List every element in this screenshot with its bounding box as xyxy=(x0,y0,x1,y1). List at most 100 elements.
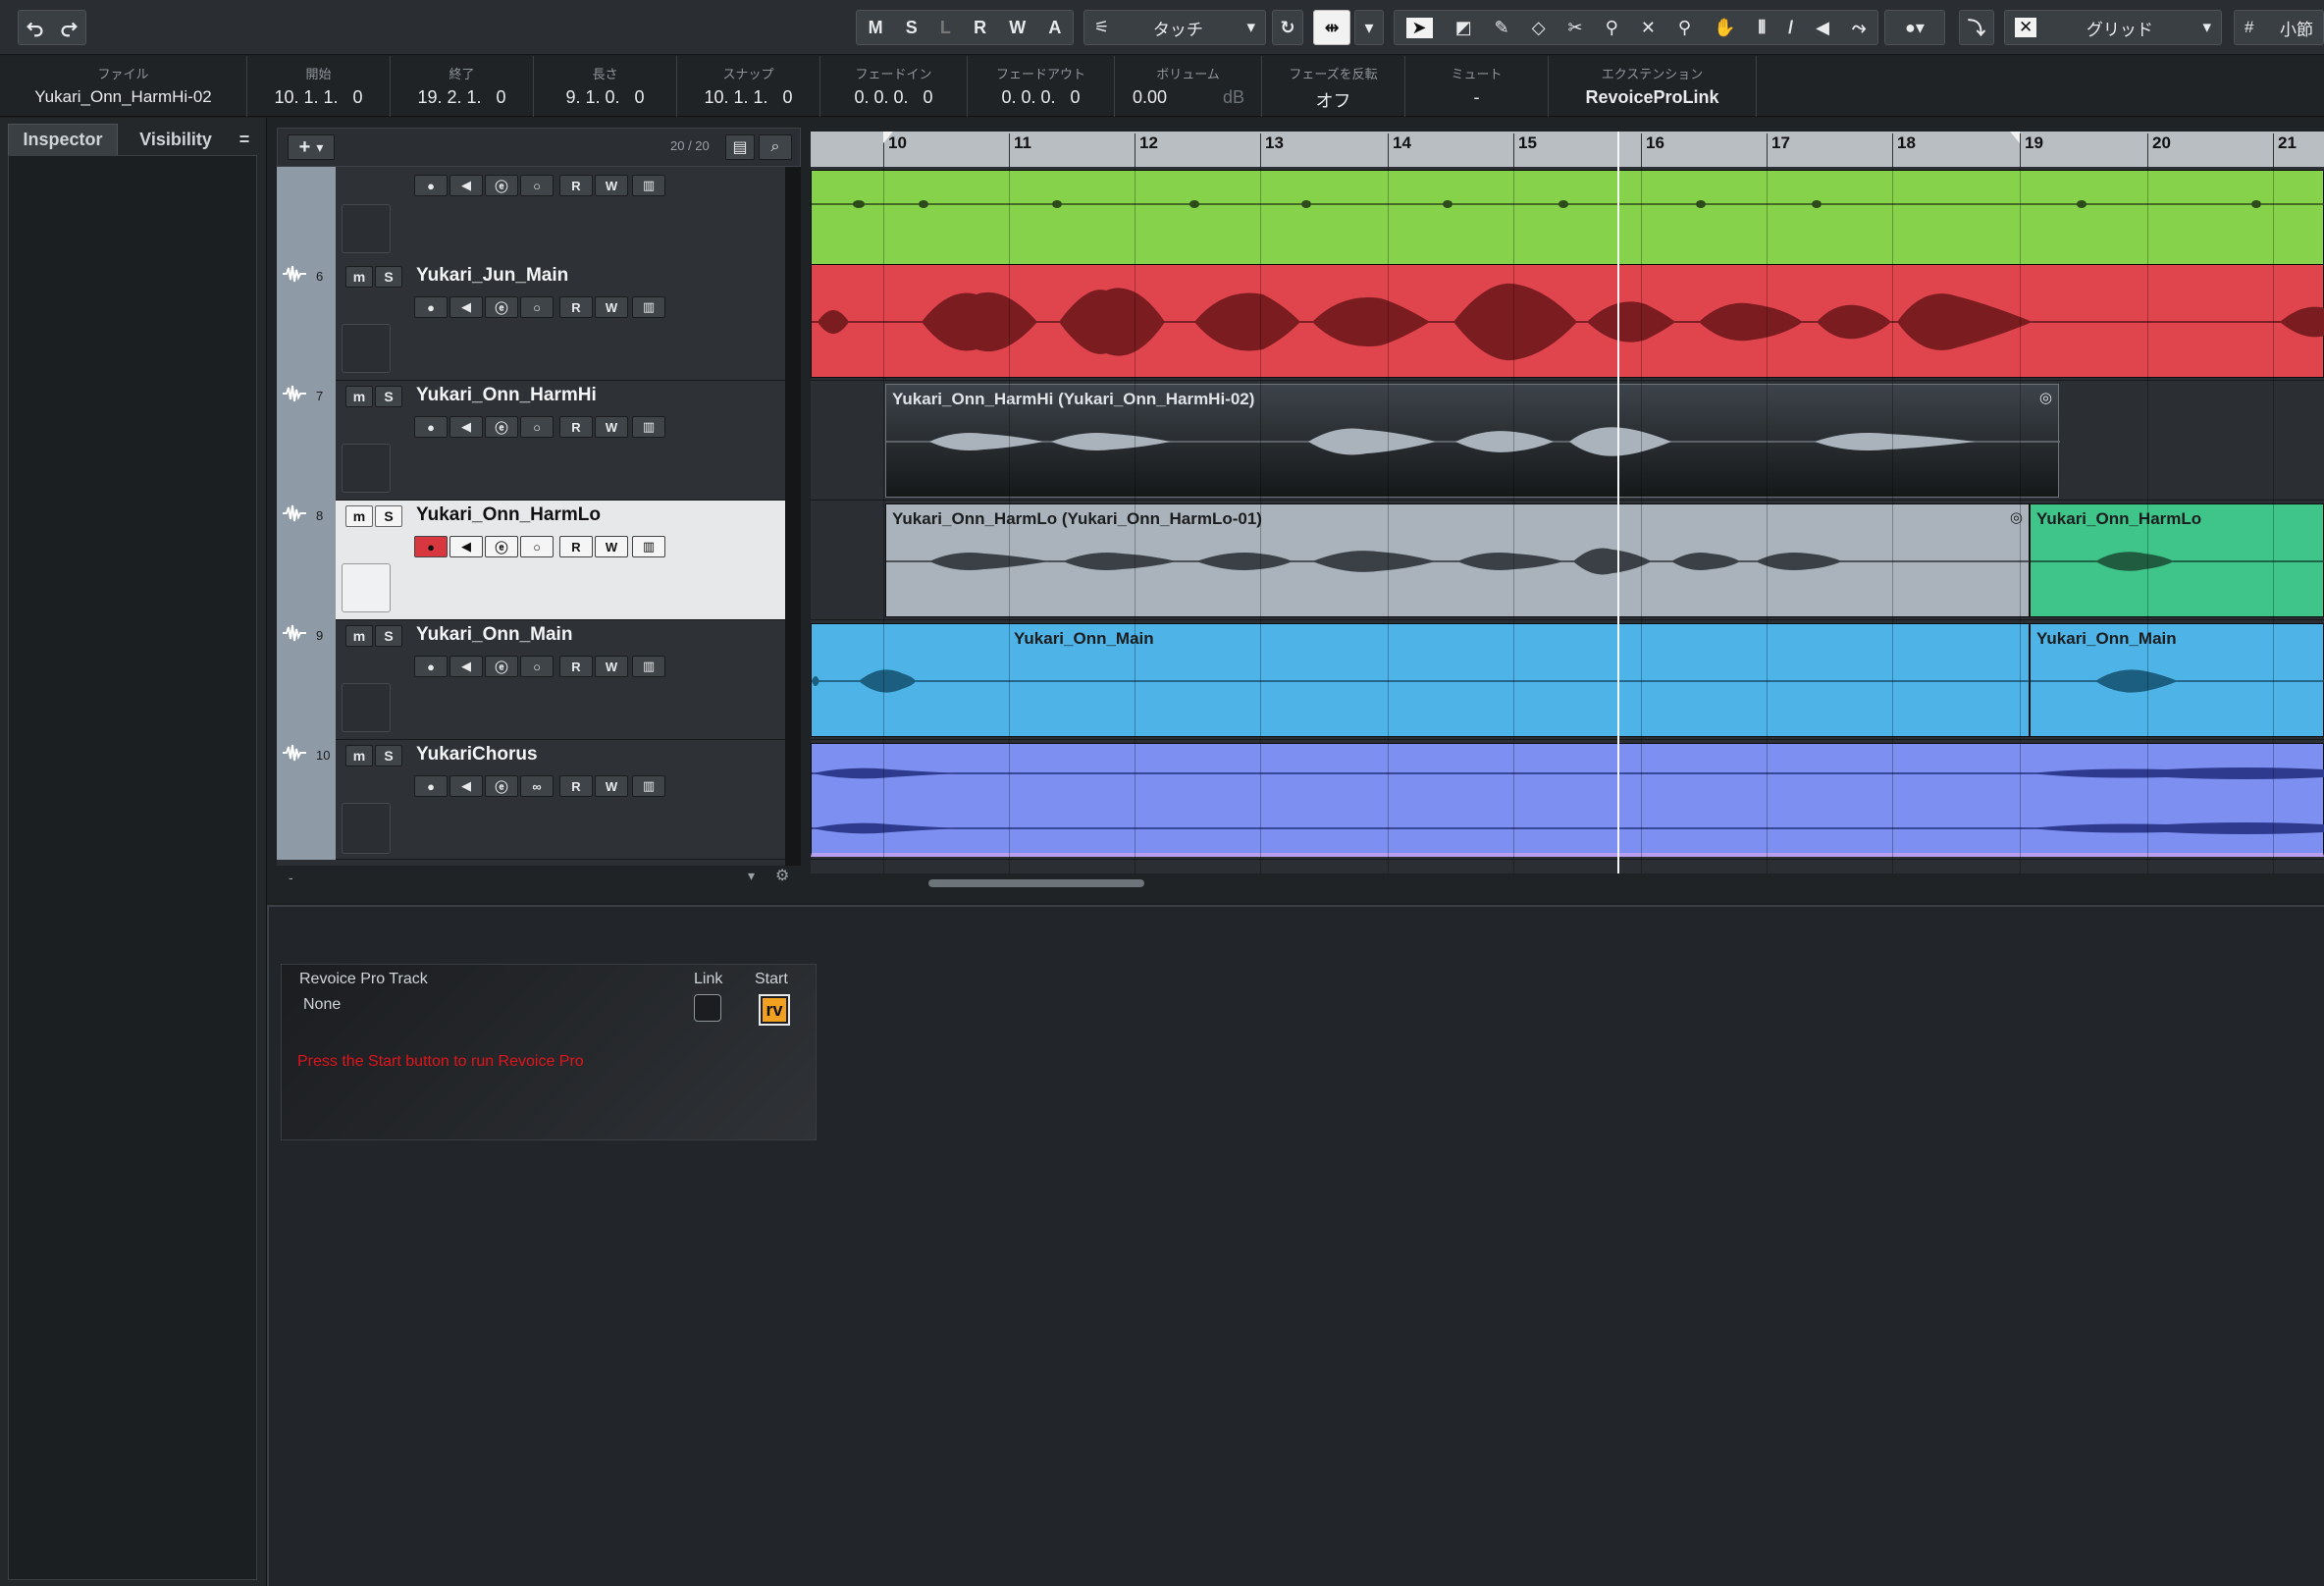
track-row-10[interactable]: 10 m S YukariChorus ● ◀ ⓔ ∞ R W ▥ xyxy=(277,740,801,860)
monitor-button[interactable]: ◀ xyxy=(449,775,483,797)
global-listen-button[interactable]: L xyxy=(940,18,951,38)
link-checkbox[interactable] xyxy=(694,994,721,1022)
track-picture-slot[interactable] xyxy=(342,683,391,732)
color-dropdown[interactable]: ●▾ xyxy=(1884,10,1945,45)
edit-channel-button[interactable]: ▥ xyxy=(632,775,665,797)
info-snap[interactable]: スナップ 10. 1. 1. 0 xyxy=(677,56,820,117)
track-picture-slot[interactable] xyxy=(342,563,391,612)
info-extension[interactable]: エクステンション RevoiceProLink xyxy=(1549,56,1757,117)
monitor-button[interactable]: ◀ xyxy=(449,416,483,438)
snap-mode-button[interactable]: ⇹ xyxy=(1313,10,1350,45)
zoom-tool-icon[interactable]: ⚲ xyxy=(1678,18,1691,38)
timebase-button[interactable]: ⓔ xyxy=(485,416,518,438)
edit-channel-button[interactable]: ▥ xyxy=(632,175,665,196)
global-read-button[interactable]: R xyxy=(974,18,986,38)
info-phase-invert[interactable]: フェーズを反転 オフ xyxy=(1262,56,1405,117)
read-automation-button[interactable]: R xyxy=(559,175,593,196)
project-cursor[interactable] xyxy=(1617,132,1619,873)
audio-event-main-a[interactable]: Yukari_Onn_Main xyxy=(811,623,2031,737)
chevron-down-icon[interactable]: ▾ xyxy=(748,868,755,884)
left-locator-icon[interactable] xyxy=(883,132,893,143)
color-tool-icon[interactable]: ⤳ xyxy=(1852,18,1866,38)
scrollbar-thumb[interactable] xyxy=(928,879,1144,887)
gear-icon[interactable]: ⚙ xyxy=(775,866,789,885)
hand-tool-icon[interactable]: ✋ xyxy=(1714,18,1735,38)
scissors-tool-icon[interactable]: ✂ xyxy=(1568,18,1583,38)
mute-button[interactable]: m xyxy=(345,625,373,647)
track-name[interactable]: Yukari_Onn_HarmLo xyxy=(416,504,601,526)
solo-button[interactable]: S xyxy=(375,625,402,647)
global-mute-button[interactable]: M xyxy=(869,18,883,38)
record-enable-button[interactable]: ● xyxy=(414,536,448,557)
global-solo-button[interactable]: S xyxy=(906,18,918,38)
event-display[interactable]: Yukari_Onn_HarmHi (Yukari_Onn_HarmHi-02)… xyxy=(811,167,2324,873)
solo-button[interactable]: S xyxy=(375,266,402,288)
record-enable-button[interactable]: ● xyxy=(414,775,448,797)
lane-button[interactable]: ○ xyxy=(520,175,554,196)
mute-tool-icon[interactable]: ✕ xyxy=(1641,18,1656,38)
auto-scroll-button[interactable]: ↻ xyxy=(1272,10,1303,45)
right-locator-icon[interactable] xyxy=(2010,132,2020,143)
audio-event-red[interactable] xyxy=(811,264,2324,378)
monitor-button[interactable]: ◀ xyxy=(449,296,483,318)
stereo-link-button[interactable]: ∞ xyxy=(520,775,554,797)
inspector-menu-icon[interactable]: = xyxy=(232,124,257,155)
write-automation-button[interactable]: W xyxy=(595,175,628,196)
info-end[interactable]: 終了 19. 2. 1. 0 xyxy=(391,56,534,117)
nudge-button[interactable]: ⤵ xyxy=(1959,10,1994,45)
info-file[interactable]: ファイル Yukari_Onn_HarmHi-02 xyxy=(0,56,247,117)
mute-button[interactable]: m xyxy=(345,745,373,767)
record-enable-button[interactable]: ● xyxy=(414,416,448,438)
write-automation-button[interactable]: W xyxy=(595,536,628,557)
track-row-7[interactable]: 7 m S Yukari_Onn_HarmHi ● ◀ ⓔ ○ R W ▥ xyxy=(277,381,801,501)
pencil-tool-icon[interactable]: ✎ xyxy=(1495,18,1509,38)
audio-event-harmlo-b[interactable]: Yukari_Onn_HarmLo xyxy=(2030,503,2324,617)
track-picture-slot[interactable] xyxy=(342,444,391,493)
info-fadeout[interactable]: フェードアウト 0. 0. 0. 0 xyxy=(968,56,1115,117)
read-automation-button[interactable]: R xyxy=(559,775,593,797)
global-auto-button[interactable]: A xyxy=(1048,18,1061,38)
track-name[interactable]: Yukari_Jun_Main xyxy=(416,265,568,287)
info-mute[interactable]: ミュート - xyxy=(1405,56,1549,117)
info-volume[interactable]: ボリューム 0.00 dB xyxy=(1115,56,1262,117)
add-track-button[interactable]: + ▾ xyxy=(288,134,335,160)
glue-tool-icon[interactable]: ⚲ xyxy=(1606,18,1618,38)
tab-inspector[interactable]: Inspector xyxy=(8,124,118,155)
play-tool-icon[interactable]: ◀ xyxy=(1816,18,1829,38)
monitor-button[interactable]: ◀ xyxy=(449,656,483,677)
audio-event-harmhi[interactable]: Yukari_Onn_HarmHi (Yukari_Onn_HarmHi-02)… xyxy=(885,384,2060,498)
lane-button[interactable]: ○ xyxy=(520,296,554,318)
ruler[interactable]: 10 11 12 13 14 15 16 17 18 19 20 21 xyxy=(811,132,2324,167)
eraser-tool-icon[interactable]: ◇ xyxy=(1532,18,1546,38)
read-automation-button[interactable]: R xyxy=(559,656,593,677)
write-automation-button[interactable]: W xyxy=(595,416,628,438)
tab-visibility[interactable]: Visibility xyxy=(122,124,230,155)
record-enable-button[interactable]: ● xyxy=(414,296,448,318)
undo-icon[interactable] xyxy=(25,17,46,38)
edit-channel-button[interactable]: ▥ xyxy=(632,656,665,677)
mute-button[interactable]: m xyxy=(345,505,373,527)
read-automation-button[interactable]: R xyxy=(559,416,593,438)
write-automation-button[interactable]: W xyxy=(595,656,628,677)
write-automation-button[interactable]: W xyxy=(595,296,628,318)
line-tool-icon[interactable]: / xyxy=(1788,18,1793,38)
track-picture-slot[interactable] xyxy=(342,204,391,253)
solo-button[interactable]: S xyxy=(375,386,402,407)
write-automation-button[interactable]: W xyxy=(595,775,628,797)
monitor-button[interactable]: ◀ xyxy=(449,175,483,196)
automation-mode-dropdown[interactable]: ⚟ タッチ ▾ xyxy=(1083,10,1266,45)
track-picture-slot[interactable] xyxy=(342,324,391,373)
edit-channel-button[interactable]: ▥ xyxy=(632,536,665,557)
track-row-8[interactable]: 8 m S Yukari_Onn_HarmLo ● ◀ ⓔ ○ R W ▥ xyxy=(277,501,801,620)
audio-event-chorus[interactable] xyxy=(811,743,2324,857)
info-fadein[interactable]: フェードイン 0. 0. 0. 0 xyxy=(820,56,968,117)
audio-event-main-b[interactable]: Yukari_Onn_Main xyxy=(2030,623,2324,737)
grid-type-dropdown[interactable]: ✕ グリッド ▾ xyxy=(2004,10,2222,45)
track-row-6[interactable]: 6 m S Yukari_Jun_Main ● ◀ ⓔ ○ R W ▥ xyxy=(277,261,801,381)
timebase-button[interactable]: ⓔ xyxy=(485,656,518,677)
read-automation-button[interactable]: R xyxy=(559,536,593,557)
timebase-button[interactable]: ⓔ xyxy=(485,775,518,797)
tracklist-scrollbar[interactable] xyxy=(785,167,801,866)
audio-event-harmlo[interactable]: Yukari_Onn_HarmLo (Yukari_Onn_HarmLo-01)… xyxy=(885,503,2031,617)
pointer-tool-icon[interactable]: ➤ xyxy=(1405,17,1433,38)
